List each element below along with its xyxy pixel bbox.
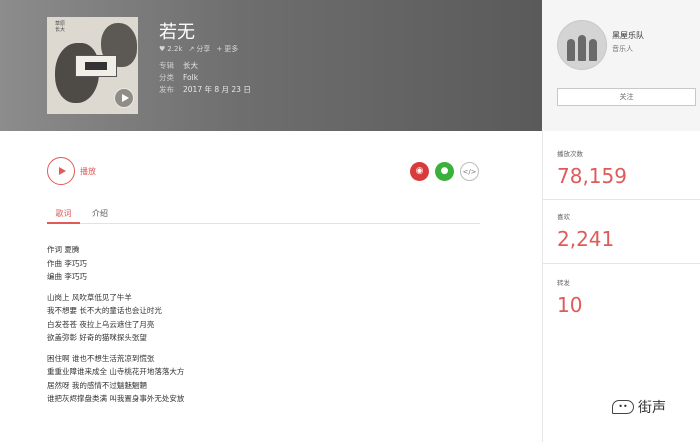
song-title: 若无 [159, 22, 195, 43]
album-link[interactable]: 长大 [183, 60, 198, 72]
stat-label: 播放次数 [557, 150, 583, 158]
meta-key: 发布 [159, 85, 174, 94]
wechat-icon[interactable]: ● [435, 162, 454, 181]
meta-key: 分类 [159, 73, 174, 82]
lyric-line: 编曲 李巧巧 [47, 272, 87, 281]
lyric-line: 重重业障谁来成全 山寺桃花开地落落大方 [47, 367, 185, 376]
watermark-text: 街声 [638, 400, 666, 416]
share-button[interactable]: ↗ 分享 [188, 44, 210, 54]
plus-icon: + [216, 45, 223, 53]
cover-text: 草原 长大 [55, 21, 66, 33]
content-tabs: 歌词 介绍 [47, 206, 480, 224]
cover-play-icon[interactable] [114, 88, 134, 108]
embed-icon[interactable]: </> [460, 162, 479, 181]
lyric-line: 白发苍苍 夜拉上乌云遮住了月亮 [47, 319, 155, 329]
release-date: 2017 年 8 月 23 日 [183, 85, 251, 94]
divider [542, 263, 700, 264]
like-button[interactable]: ♥ 2.2k [159, 45, 182, 53]
stat-value: 10 [557, 293, 583, 317]
meta-row-album: 专辑 长大 [159, 60, 251, 72]
lyric-line: 困住啊 谁也不想生活荒凉到慌张 [47, 353, 155, 363]
stat-value: 2,241 [557, 227, 615, 251]
lyric-line: 谁把灰烬撑盘类满 叫我置身事外无处安放 [47, 394, 185, 403]
stat-label: 喜欢 [557, 213, 570, 221]
more-button[interactable]: + 更多 [216, 44, 238, 54]
meta-row-date: 发布 2017 年 8 月 23 日 [159, 84, 251, 96]
stat-shares: 转发 10 [557, 277, 582, 317]
play-button[interactable] [47, 157, 75, 185]
stat-value: 78,159 [557, 164, 627, 188]
lyric-line: 山岗上 风吹草低见了牛羊 [47, 292, 132, 302]
weibo-icon[interactable]: ◉ [410, 162, 429, 181]
watermark: •• 街声 [612, 397, 666, 417]
share-icon: ↗ [188, 45, 195, 53]
meta-key: 专辑 [159, 61, 174, 70]
column-divider [542, 131, 543, 442]
lyric-line: 我不想要 长不大的童话也会让时光 [47, 306, 162, 315]
artist-panel [542, 0, 700, 131]
genre-link[interactable]: Folk [183, 72, 198, 84]
cassette-illustration [75, 55, 117, 77]
lyric-line: 作词 夏腾 [47, 245, 80, 254]
share-label: 分享 [196, 45, 211, 53]
avatar[interactable] [557, 20, 607, 70]
artist-role: 音乐人 [612, 45, 633, 53]
stat-likes: 喜欢 2,241 [557, 211, 614, 251]
song-actions: ♥ 2.2k ↗ 分享 + 更多 [159, 44, 238, 54]
band-member-figure [589, 39, 597, 61]
stat-plays: 播放次数 78,159 [557, 148, 627, 188]
heart-icon: ♥ [159, 45, 166, 53]
band-member-figure [567, 39, 575, 61]
lyric-line: 居然呀 我的感情不过魑魅魍魉 [47, 380, 147, 390]
divider [542, 199, 700, 200]
play-label[interactable]: 播放 [80, 166, 96, 177]
follow-button[interactable]: 关注 [557, 88, 696, 106]
album-cover[interactable]: 草原 长大 [47, 17, 138, 114]
stat-label: 转发 [557, 279, 570, 287]
lyrics-text: 作词 夏腾 作曲 李巧巧 编曲 李巧巧 山岗上 风吹草低见了牛羊 我不想要 长不… [47, 243, 184, 406]
lyric-line: 欲盖弥彰 好奇的猫咪探头张望 [47, 333, 147, 342]
tab-intro[interactable]: 介绍 [92, 208, 108, 224]
more-label: 更多 [224, 45, 239, 53]
like-count: 2.2k [167, 45, 183, 53]
wechat-logo-icon: •• [612, 400, 634, 414]
artist-name[interactable]: 黑屋乐队 [612, 30, 644, 41]
tab-lyrics[interactable]: 歌词 [47, 208, 80, 224]
band-member-figure [578, 35, 586, 61]
song-meta: 专辑 长大 分类 Folk 发布 2017 年 8 月 23 日 [159, 60, 251, 96]
lyric-line: 作曲 李巧巧 [47, 258, 87, 268]
meta-row-genre: 分类 Folk [159, 72, 251, 84]
